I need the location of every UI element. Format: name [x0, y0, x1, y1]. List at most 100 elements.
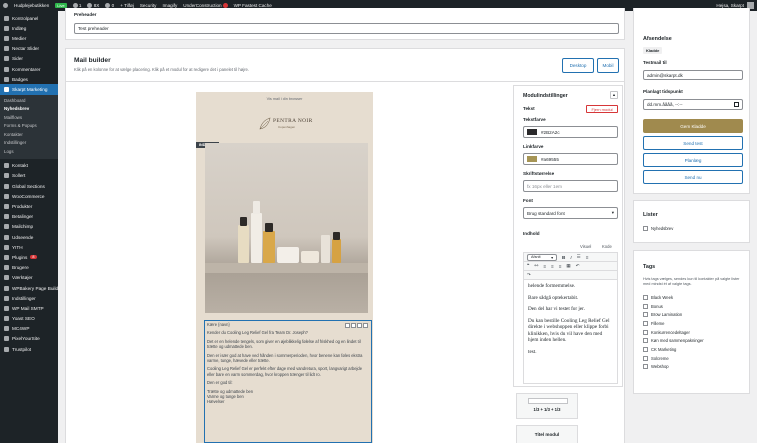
preheader-input[interactable]: Test preheader: [74, 23, 619, 34]
sidebar-item-værktøjer[interactable]: Værktøjer: [0, 273, 58, 283]
link-icon[interactable]: ⚯: [534, 263, 538, 269]
calendar-icon[interactable]: [734, 102, 739, 107]
submenu-indstillinger[interactable]: Indstillinger: [0, 139, 58, 148]
sidebar-item-sollert[interactable]: Sollert: [0, 171, 58, 181]
sidebar-item-trustpilot[interactable]: Trustpilot: [0, 344, 58, 354]
send-test-button[interactable]: Send test: [643, 136, 743, 150]
editor-content[interactable]: helende formemmelse. Bare sådgå optekert…: [524, 280, 617, 363]
layout-block[interactable]: 1/3 + 1/3 + 1/3: [516, 393, 578, 419]
sidebar-item-skarpt-marketing[interactable]: Skarpt Marketing: [0, 84, 58, 95]
sidebar-item-badges[interactable]: Badges: [0, 74, 58, 84]
bullet-list-icon[interactable]: ☰: [577, 254, 581, 260]
link-color-swatch[interactable]: [527, 156, 537, 162]
schedule-button[interactable]: Planlæg: [643, 153, 743, 167]
font-size-input[interactable]: fx 16px eller 1em: [523, 180, 618, 192]
move-down-icon[interactable]: [351, 323, 356, 328]
sidebar-item-betalinger[interactable]: Betalinger: [0, 212, 58, 222]
align-center-icon[interactable]: ≡: [551, 264, 554, 269]
badge-icon: [4, 76, 9, 82]
sidebar-item-plugins[interactable]: Plugins 8: [0, 252, 58, 262]
selected-text-module[interactable]: Kære {navn} Kender du Cooling Leg Relief…: [204, 320, 372, 443]
sidebar-item-woocommerce[interactable]: WooCommerce: [0, 191, 58, 201]
sidebar-item-indlæg[interactable]: Indlæg: [0, 23, 58, 33]
pin-icon: [4, 25, 9, 31]
submenu-kontakter[interactable]: Kontakter: [0, 131, 58, 140]
tag-checkbox[interactable]: Køn med sammenpakninger: [643, 336, 704, 345]
collapse-toggle-icon[interactable]: ▴: [610, 91, 618, 99]
schedule-input[interactable]: dd.mm.åååå, --:--: [643, 99, 743, 110]
font-select[interactable]: Brug standard font ▾: [523, 207, 618, 219]
test-email-input[interactable]: admin@skarpt.dk: [643, 70, 743, 80]
submenu-nyhedsbrev[interactable]: Nyhedsbrev: [0, 105, 58, 114]
mobile-button[interactable]: Mobil: [597, 58, 619, 73]
table-icon[interactable]: ▦: [566, 263, 570, 269]
sidebar-item-sider[interactable]: Sider: [0, 54, 58, 64]
remove-module-button[interactable]: Fjern modul: [586, 105, 618, 113]
submenu-forms[interactable]: Forms & Popups: [0, 122, 58, 131]
text-color-swatch[interactable]: [527, 129, 537, 135]
sidebar-item-label: Kontakt: [12, 163, 28, 169]
tag-checkbox[interactable]: Filleme: [643, 319, 704, 328]
sidebar-item-label: Indlæg: [12, 25, 27, 31]
move-up-icon[interactable]: [345, 323, 350, 328]
submenu-mailflows[interactable]: Mailflows: [0, 114, 58, 123]
settings-icon: [4, 295, 9, 301]
text-line: Hævelser: [207, 399, 225, 405]
list-checkbox[interactable]: Nyhedsbrev: [643, 224, 673, 233]
sidebar-item-label: WP Mail SMTP: [12, 305, 44, 311]
sidebar-item-wpbakery-page-builder[interactable]: WPBakery Page Builder: [0, 283, 58, 293]
format-select[interactable]: Afsnit ▾: [527, 253, 557, 261]
italic-icon[interactable]: I: [570, 255, 571, 260]
desktop-button[interactable]: Desktop: [562, 58, 594, 73]
sidebar-item-global-sections[interactable]: Global Sections: [0, 181, 58, 191]
sidebar-item-nectar-slider[interactable]: Nectar Slider: [0, 44, 58, 54]
tag-checkbox[interactable]: Bonus: [643, 302, 704, 311]
sidebar-item-kontrolpanel[interactable]: Kontrolpanel: [0, 13, 58, 23]
view-in-browser-link[interactable]: Vis mail i din browser: [196, 97, 373, 101]
tag-checkbox[interactable]: Solcreme: [643, 354, 704, 363]
tag-checkbox[interactable]: Webshop: [643, 363, 704, 372]
sidebar-item-indstillinger[interactable]: Indstillinger: [0, 293, 58, 303]
text-color-input[interactable]: #2B2A2c: [523, 126, 618, 138]
tag-checkbox[interactable]: Black Week: [643, 293, 704, 302]
sidebar-item-mc4wp[interactable]: MC4WP: [0, 324, 58, 334]
tags-title: Tags: [643, 264, 656, 270]
product-bottle: [263, 231, 275, 263]
wordpress-icon[interactable]: [3, 3, 8, 8]
sidebar-item-yith[interactable]: YITH: [0, 242, 58, 252]
sidebar-item-produkter[interactable]: Produkter: [0, 201, 58, 211]
submenu-logs[interactable]: Logs: [0, 148, 58, 157]
align-right-icon[interactable]: ≡: [559, 264, 562, 269]
sidebar-item-pixelyoursite[interactable]: PixelYourSite: [0, 334, 58, 344]
tab-code[interactable]: Kode: [602, 244, 612, 249]
sidebar-item-brugere[interactable]: Brugere: [0, 263, 58, 273]
sidebar-item-wp-mail-smtp[interactable]: WP Mail SMTP: [0, 303, 58, 313]
delete-icon[interactable]: [363, 323, 368, 328]
quote-icon[interactable]: ❝: [527, 263, 529, 269]
numbered-list-icon[interactable]: ≡: [586, 255, 589, 260]
save-draft-button[interactable]: Gem Kladde: [643, 119, 743, 133]
font-select-value: Brug standard font: [527, 210, 565, 216]
checkbox-icon[interactable]: [643, 225, 648, 231]
bold-icon[interactable]: B: [562, 255, 565, 260]
sidebar-item-kommentarer[interactable]: Kommentarer: [0, 64, 58, 74]
tag-checkbox[interactable]: Brow Lamination: [643, 310, 704, 319]
tag-checkbox[interactable]: CK Marketing: [643, 345, 704, 354]
submenu-dashboard[interactable]: Dashboard: [0, 97, 58, 106]
link-color-input[interactable]: #a69555: [523, 153, 618, 165]
tab-visual[interactable]: Visuel: [580, 244, 591, 249]
text-line: Den er især god at have ved hånden i som…: [207, 352, 363, 364]
sidebar-item-medier[interactable]: Medier: [0, 33, 58, 43]
duplicate-icon[interactable]: [357, 323, 362, 328]
title-module-block[interactable]: Titel modul: [516, 425, 578, 443]
site-name-link[interactable]: Hudplejebutikken: [14, 3, 49, 8]
sidebar-item-yoast-seo[interactable]: Yoast SEO: [0, 313, 58, 323]
sidebar-item-udseende[interactable]: Udseende: [0, 232, 58, 242]
sidebar-item-kontakt[interactable]: Kontakt: [0, 161, 58, 171]
sidebar-item-mailchimp[interactable]: Mailchimp: [0, 222, 58, 232]
tag-checkbox[interactable]: Konkurrencedeltager: [643, 328, 704, 337]
undo-icon[interactable]: ↶: [576, 263, 580, 269]
send-now-button[interactable]: Send nu: [643, 170, 743, 184]
redo-icon[interactable]: ↷: [527, 272, 531, 278]
align-left-icon[interactable]: ≡: [543, 264, 546, 269]
